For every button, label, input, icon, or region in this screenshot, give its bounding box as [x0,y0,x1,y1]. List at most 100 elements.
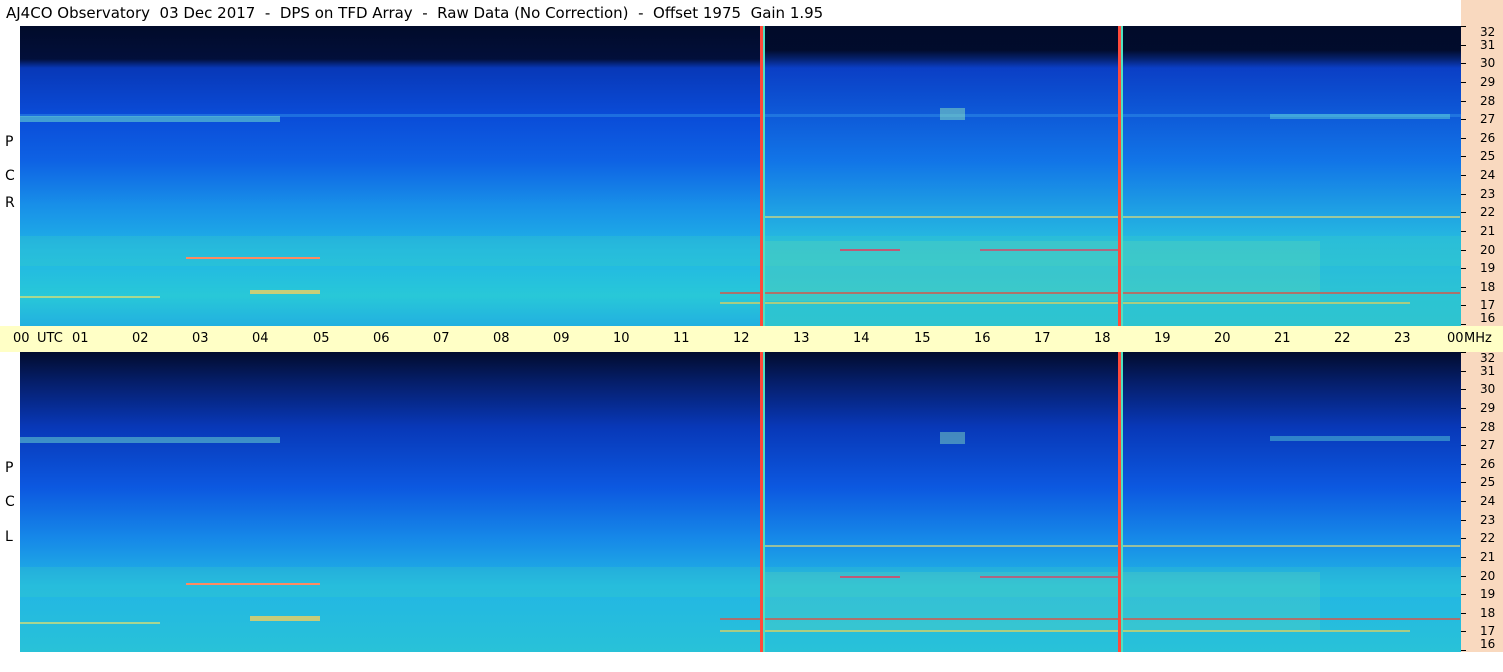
rcp-freq-tick [1461,45,1466,46]
lcp-freq-tick [1461,352,1466,353]
lcp-freq-label: 18 [1480,606,1496,620]
rcp-frequency-axis: 32 31 30 29 28 27 26 25 24 23 22 21 20 19 18 17 16 [1461,26,1503,326]
time-axis-label: 02 [132,331,149,346]
time-axis-label: 16 [974,331,991,346]
rcp-letter-c: C [5,168,15,184]
rcp-freq-tick [1461,231,1466,232]
rcp-freq-tick [1461,194,1466,195]
rcp-freq-tick [1461,26,1466,27]
lcp-freq-tick [1461,501,1466,502]
rcp-freq-label: 29 [1480,75,1496,89]
time-axis-label: 05 [313,331,330,346]
rcp-label-strip: R C P [0,26,20,326]
time-axis-label: 06 [373,331,390,346]
time-axis-label: MHz [1464,331,1492,346]
time-axis-label: 20 [1214,331,1231,346]
rcp-spectrogram [20,26,1461,326]
rcp-freq-label: 25 [1480,149,1496,163]
lcp-freq-tick [1461,538,1466,539]
lcp-freq-label: 23 [1480,513,1496,527]
time-axis-label: 14 [853,331,870,346]
rcp-freq-label: 26 [1480,131,1496,145]
lcp-freq-tick [1461,557,1466,558]
rcp-freq-tick [1461,175,1466,176]
time-axis-label: UTC [37,331,63,346]
lcp-freq-label: 29 [1480,401,1496,415]
lcp-freq-tick [1461,445,1466,446]
time-axis-label: 23 [1394,331,1411,346]
time-axis-label: 12 [733,331,750,346]
rcp-freq-label: 17 [1480,298,1496,312]
lcp-freq-label: 24 [1480,494,1496,508]
lcp-freq-label: 31 [1480,364,1496,378]
time-axis-label: 18 [1094,331,1111,346]
rcp-freq-tick [1461,250,1466,251]
rcp-freq-tick [1461,305,1466,306]
rcp-letter-p: P [5,134,14,150]
freq-axis-cap [1461,0,1503,26]
lcp-freq-tick [1461,408,1466,409]
rcp-freq-tick [1461,138,1466,139]
rcp-letter-r: R [5,195,15,211]
lcp-freq-label: 32 [1480,351,1496,365]
rcp-freq-tick [1461,324,1466,325]
time-axis-label: 03 [192,331,209,346]
chart-title: AJ4CO Observatory 03 Dec 2017 - DPS on T… [6,4,824,22]
rcp-freq-label: 32 [1480,25,1496,39]
time-axis-label: 08 [493,331,510,346]
lcp-freq-label: 17 [1480,624,1496,638]
lcp-freq-tick [1461,427,1466,428]
lcp-freq-label: 22 [1480,531,1496,545]
rcp-freq-label: 16 [1480,311,1496,325]
time-axis-label: 04 [252,331,269,346]
lcp-frequency-axis: 32 31 30 29 28 27 26 25 24 23 22 21 20 19 18 17 16 [1461,352,1503,652]
lcp-spectrogram [20,352,1461,652]
time-axis-label: 09 [553,331,570,346]
lcp-freq-tick [1461,371,1466,372]
rcp-freq-tick [1461,119,1466,120]
time-axis-label: 15 [914,331,931,346]
lcp-freq-tick [1461,520,1466,521]
lcp-freq-label: 30 [1480,382,1496,396]
time-axis-label: 00 [13,331,30,346]
rcp-freq-tick [1461,212,1466,213]
lcp-freq-tick [1461,482,1466,483]
lcp-letter-p: P [5,460,14,476]
rcp-freq-label: 20 [1480,243,1496,257]
rcp-freq-tick [1461,63,1466,64]
rcp-freq-label: 24 [1480,168,1496,182]
rcp-freq-label: 31 [1480,38,1496,52]
rcp-freq-tick [1461,268,1466,269]
rcp-freq-label: 30 [1480,56,1496,70]
time-axis-label: 19 [1154,331,1171,346]
lcp-letter-c: C [5,494,15,510]
lcp-freq-tick [1461,464,1466,465]
rcp-freq-label: 23 [1480,187,1496,201]
lcp-freq-tick [1461,389,1466,390]
time-axis-label: 10 [613,331,630,346]
rcp-freq-label: 22 [1480,205,1496,219]
lcp-freq-tick [1461,576,1466,577]
time-axis-label: 22 [1334,331,1351,346]
lcp-freq-label: 25 [1480,475,1496,489]
lcp-freq-label: 27 [1480,438,1496,452]
lcp-label-strip: L C P [0,352,20,652]
time-axis-label: 17 [1034,331,1051,346]
lcp-freq-tick [1461,613,1466,614]
lcp-freq-label: 21 [1480,550,1496,564]
lcp-freq-label: 26 [1480,457,1496,471]
lcp-freq-label: 19 [1480,587,1496,601]
rcp-freq-label: 21 [1480,224,1496,238]
rcp-freq-label: 18 [1480,280,1496,294]
lcp-freq-tick [1461,594,1466,595]
rcp-freq-tick [1461,156,1466,157]
rcp-freq-tick [1461,82,1466,83]
rcp-freq-tick [1461,101,1466,102]
lcp-freq-tick [1461,650,1466,651]
rcp-freq-tick [1461,287,1466,288]
time-axis-label: 11 [673,331,690,346]
time-axis-label: 21 [1274,331,1291,346]
rcp-freq-label: 28 [1480,94,1496,108]
lcp-letter-l: L [5,529,13,545]
lcp-freq-tick [1461,631,1466,632]
